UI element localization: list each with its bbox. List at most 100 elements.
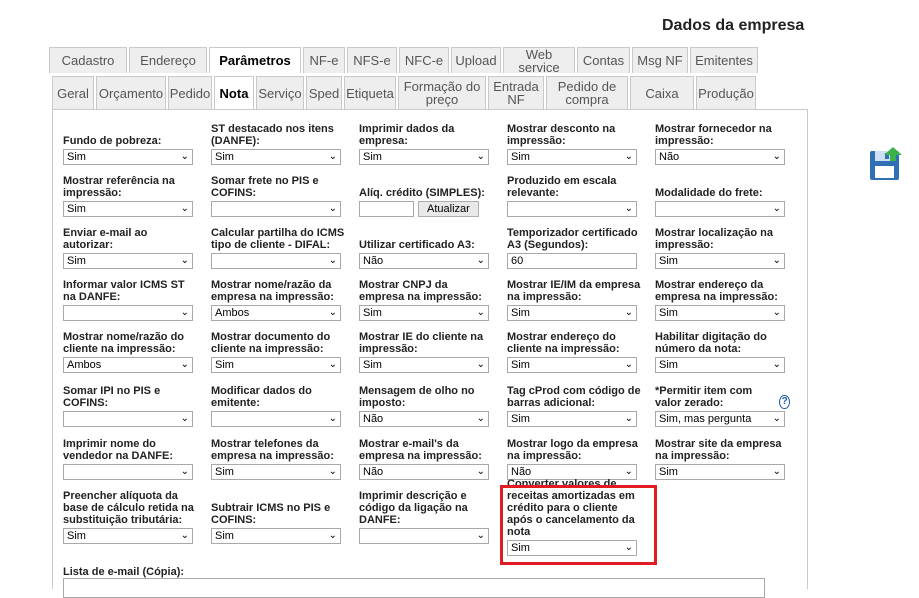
subtab-produ-o[interactable]: Produção — [696, 76, 756, 109]
field-36: Subtrair ICMS no PIS e COFINS: Sim ⌄ — [211, 490, 346, 544]
subtab-etiqueta[interactable]: Etiqueta — [344, 76, 396, 109]
field-27: Mensagem de olho no imposto: Não ⌄ — [359, 385, 494, 427]
select-dropdown[interactable]: Sim ⌄ — [655, 305, 785, 321]
save-icon[interactable] — [869, 147, 903, 181]
field-23: Mostrar endereço do cliente na impressão… — [507, 331, 642, 373]
select-dropdown[interactable]: Sim ⌄ — [359, 357, 489, 373]
chevron-down-icon: ⌄ — [180, 307, 189, 318]
select-dropdown[interactable]: Não ⌄ — [359, 464, 489, 480]
subtab-forma-o-do-pre-o[interactable]: Formação do preço — [398, 76, 486, 109]
select-value: Não — [363, 413, 384, 425]
tab-contas[interactable]: Contas — [577, 47, 630, 73]
field-label: Mostrar nome/razão do cliente na impress… — [63, 331, 185, 355]
field-28: Tag cProd com código de barras adicional… — [507, 385, 642, 427]
chevron-down-icon: ⌄ — [328, 413, 337, 424]
subtab-pedido-de-compra[interactable]: Pedido de compra — [546, 76, 628, 109]
field-34: Mostrar site da empresa na impressão: Sim… — [655, 438, 790, 480]
field-30: Imprimir nome do vendedor na DANFE: ⌄ — [63, 438, 198, 480]
select-dropdown[interactable]: ⌄ — [359, 528, 489, 544]
chevron-down-icon: ⌄ — [772, 307, 781, 318]
field-label: Imprimir dados da empresa: — [359, 123, 455, 147]
select-value: Sim — [659, 255, 678, 267]
select-dropdown[interactable]: Sim ⌄ — [63, 253, 193, 269]
subtab-nota[interactable]: Nota — [214, 76, 254, 109]
select-dropdown[interactable]: ⌄ — [655, 201, 785, 217]
select-dropdown[interactable]: Ambos ⌄ — [63, 357, 193, 373]
email-list-input[interactable] — [63, 578, 765, 598]
select-dropdown[interactable]: ⌄ — [63, 305, 193, 321]
field-label: Mostrar desconto na impressão: — [507, 123, 616, 147]
select-value: Sim, mas pergunta — [659, 413, 752, 425]
tab-cadastro[interactable]: Cadastro — [49, 47, 127, 73]
tab-web-service[interactable]: Web service — [503, 47, 575, 74]
field-29: *Permitir item com valor zerado:? Sim, ma… — [655, 385, 790, 427]
help-icon[interactable]: ? — [779, 395, 790, 409]
select-dropdown[interactable]: Sim ⌄ — [507, 305, 637, 321]
select-dropdown[interactable]: ⌄ — [63, 464, 193, 480]
select-value: Sim — [659, 359, 678, 371]
select-value: Ambos — [215, 307, 250, 319]
tab-nfs-e[interactable]: NFS-e — [347, 47, 397, 73]
field-label: *Permitir item com valor zerado:? — [655, 385, 790, 409]
select-dropdown[interactable]: Sim ⌄ — [507, 357, 637, 373]
select-dropdown[interactable]: Não ⌄ — [655, 149, 785, 165]
tab-emitentes[interactable]: Emitentes — [690, 47, 758, 73]
select-dropdown[interactable]: Sim ⌄ — [63, 149, 193, 165]
select-dropdown[interactable]: Sim ⌄ — [507, 411, 637, 427]
chevron-down-icon: ⌄ — [328, 203, 337, 214]
field-label: Modalidade do frete: — [655, 187, 763, 199]
subtab-servi-o[interactable]: Serviço — [256, 76, 304, 109]
select-dropdown[interactable]: ⌄ — [507, 201, 637, 217]
select-dropdown[interactable]: Sim ⌄ — [211, 528, 341, 544]
chevron-down-icon: ⌄ — [772, 413, 781, 424]
select-dropdown[interactable]: Não ⌄ — [359, 411, 489, 427]
select-dropdown[interactable]: Sim ⌄ — [63, 528, 193, 544]
chevron-down-icon: ⌄ — [328, 359, 337, 370]
select-dropdown[interactable]: Sim ⌄ — [359, 305, 489, 321]
field-label: Mostrar site da empresa na impressão: — [655, 438, 782, 462]
chevron-down-icon: ⌄ — [180, 151, 189, 162]
text-input[interactable]: 60 — [507, 253, 637, 269]
subtab-sped[interactable]: Sped — [306, 76, 342, 109]
atualizar-button[interactable]: Atualizar — [418, 201, 479, 217]
select-dropdown[interactable]: ⌄ — [211, 201, 341, 217]
subtab-entrada-nf[interactable]: Entrada NF — [488, 76, 544, 109]
tab-msg-nf[interactable]: Msg NF — [632, 47, 688, 73]
select-dropdown[interactable]: ⌄ — [211, 253, 341, 269]
field-37: Imprimir descrição e código da ligação n… — [359, 490, 494, 544]
tab-par-metros[interactable]: Parâmetros — [209, 47, 301, 73]
subtab-or-amento[interactable]: Orçamento — [96, 76, 166, 109]
select-dropdown[interactable]: Sim ⌄ — [211, 357, 341, 373]
select-dropdown[interactable]: Sim ⌄ — [211, 464, 341, 480]
select-dropdown[interactable]: Sim ⌄ — [655, 464, 785, 480]
select-dropdown[interactable]: ⌄ — [211, 411, 341, 427]
select-dropdown[interactable]: Sim, mas pergunta ⌄ — [655, 411, 785, 427]
field-label: Preencher alíquota da base de cálculo re… — [63, 490, 194, 526]
select-dropdown[interactable]: Não ⌄ — [359, 253, 489, 269]
select-dropdown[interactable]: ⌄ — [63, 411, 193, 427]
select-dropdown[interactable]: Sim ⌄ — [63, 201, 193, 217]
field-14: Mostrar localização na impressão: Sim ⌄ — [655, 227, 790, 269]
select-dropdown[interactable]: Sim ⌄ — [655, 357, 785, 373]
select-dropdown[interactable]: Sim ⌄ — [507, 149, 637, 165]
tab-upload[interactable]: Upload — [451, 47, 501, 73]
field-15: Informar valor ICMS ST na DANFE: ⌄ — [63, 279, 198, 321]
select-dropdown[interactable]: Sim ⌄ — [211, 149, 341, 165]
subtab-caixa[interactable]: Caixa — [630, 76, 694, 109]
field-17: Mostrar CNPJ da empresa na impressão: Sim… — [359, 279, 494, 321]
select-dropdown[interactable]: Sim ⌄ — [359, 149, 489, 165]
select-dropdown[interactable]: Ambos ⌄ — [211, 305, 341, 321]
select-dropdown[interactable]: Sim ⌄ — [655, 253, 785, 269]
subtab-geral[interactable]: Geral — [52, 76, 94, 109]
field-19: Mostrar endereço da empresa na impressão… — [655, 279, 790, 321]
field-21: Mostrar documento do cliente na impressã… — [211, 331, 346, 373]
chevron-down-icon: ⌄ — [328, 466, 337, 477]
field-label: Mostrar nome/razão da empresa na impress… — [211, 279, 334, 303]
field-label: Mostrar e-mail's da empresa na impressão… — [359, 438, 482, 462]
tab-endere-o[interactable]: Endereço — [129, 47, 207, 73]
subtab-pedido[interactable]: Pedido — [168, 76, 212, 109]
chevron-down-icon: ⌄ — [476, 255, 485, 266]
tab-nf-e[interactable]: NF-e — [303, 47, 345, 73]
aliquota-input[interactable] — [359, 201, 414, 217]
tab-nfc-e[interactable]: NFC-e — [399, 47, 449, 73]
